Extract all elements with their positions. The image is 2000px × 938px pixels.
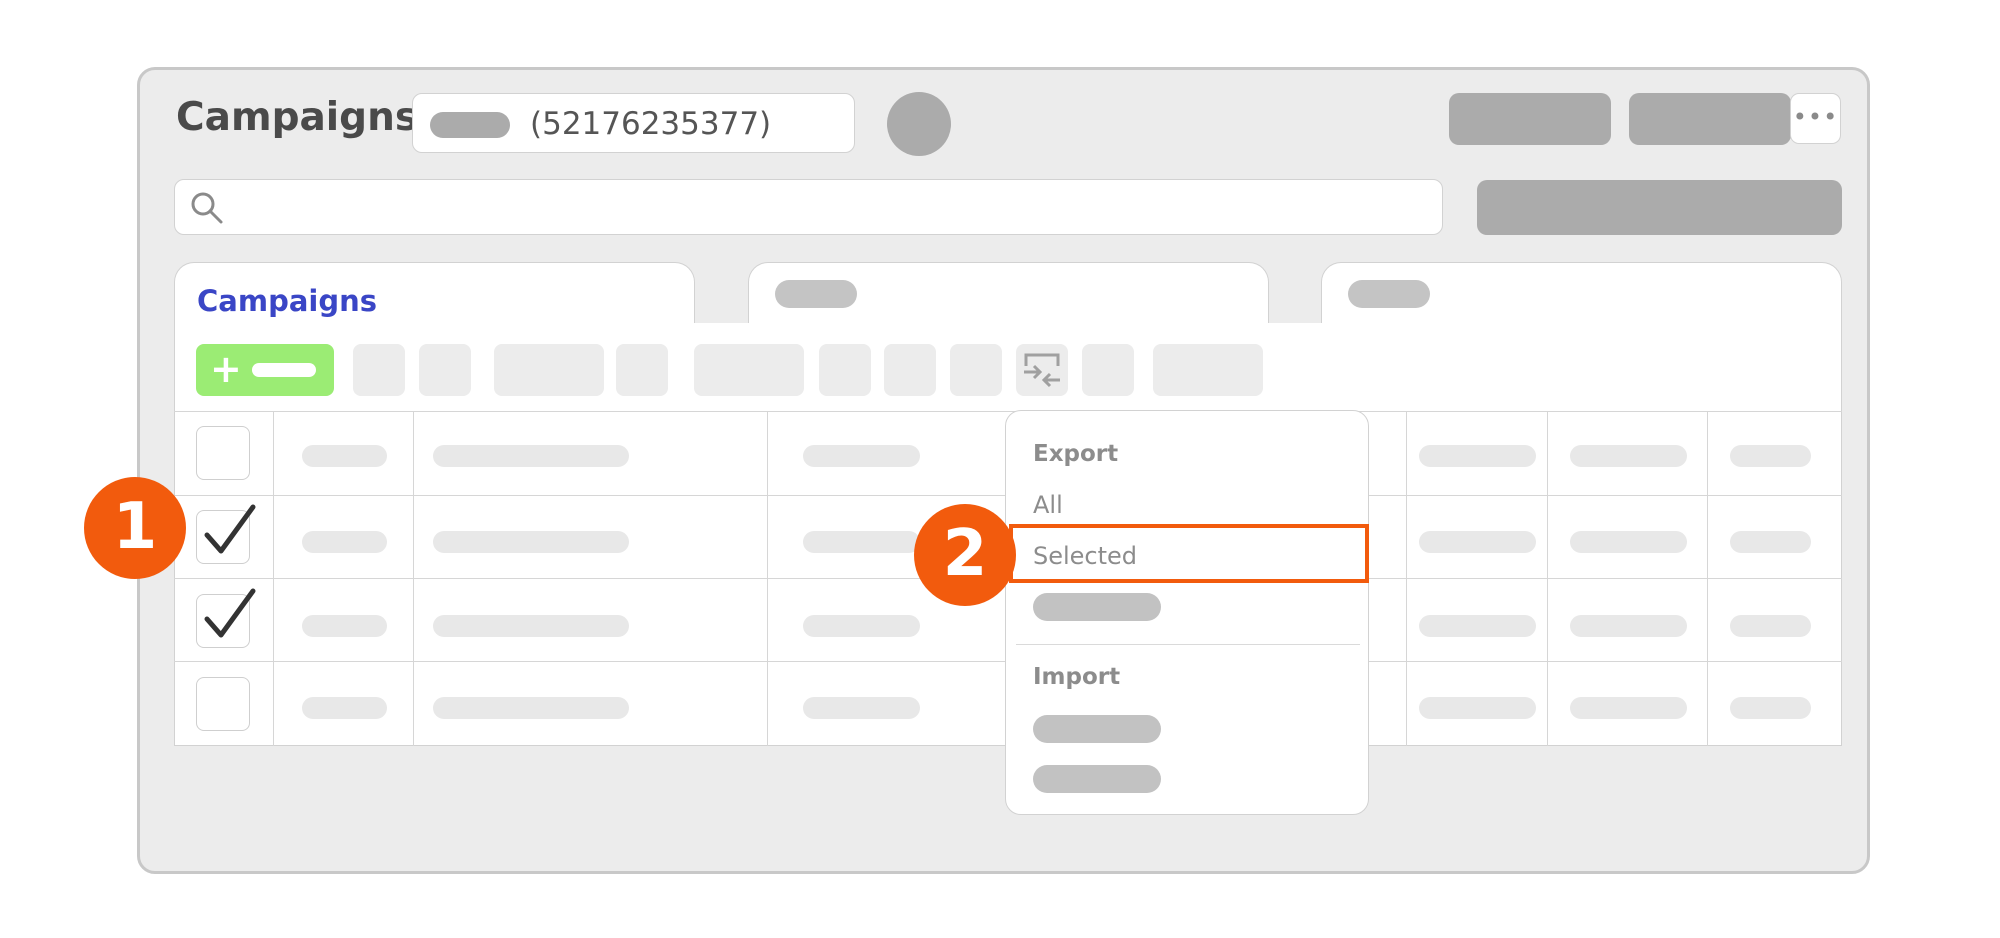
avatar[interactable] (887, 92, 951, 156)
cell-placeholder (1419, 531, 1536, 553)
export-all-option[interactable]: All (1033, 490, 1063, 520)
cell-placeholder (1419, 697, 1536, 719)
cell-placeholder (433, 445, 629, 467)
step-1-badge: 1 (84, 477, 186, 579)
cell-placeholder (1419, 615, 1536, 637)
header-button-1[interactable] (1449, 93, 1611, 145)
add-label-placeholder (252, 363, 316, 377)
column-divider (1547, 411, 1548, 746)
export-heading: Export (1033, 441, 1119, 467)
toolbar-button[interactable] (819, 344, 871, 396)
add-campaign-button[interactable]: + (196, 344, 334, 396)
account-name-placeholder (430, 112, 510, 138)
cell-placeholder (1570, 531, 1687, 553)
cell-placeholder (302, 531, 387, 553)
toolbar-button[interactable] (419, 344, 471, 396)
more-icon: ••• (1792, 103, 1839, 131)
cell-placeholder (1419, 445, 1536, 467)
toolbar-button[interactable] (1082, 344, 1134, 396)
cell-placeholder (1730, 615, 1811, 637)
search-icon (191, 192, 223, 224)
tab-2[interactable] (748, 262, 1269, 324)
import-export-icon (1024, 353, 1060, 388)
header-button-2[interactable] (1629, 93, 1791, 145)
column-divider (273, 411, 274, 746)
cell-placeholder (803, 697, 920, 719)
table-header-divider (174, 411, 1842, 412)
cell-placeholder (803, 445, 920, 467)
cell-placeholder (433, 531, 629, 553)
row-checkbox[interactable] (196, 677, 250, 731)
toolbar-button[interactable] (694, 344, 804, 396)
column-divider (1707, 411, 1708, 746)
more-options-button[interactable]: ••• (1790, 93, 1841, 144)
cell-placeholder (1570, 697, 1687, 719)
tab-label-placeholder (775, 280, 857, 308)
toolbar-button[interactable] (884, 344, 936, 396)
cell-placeholder (302, 445, 387, 467)
toolbar-button[interactable] (616, 344, 668, 396)
plus-icon: + (210, 347, 242, 391)
cell-placeholder (803, 531, 920, 553)
selected-option-highlight (1009, 524, 1369, 583)
menu-divider (1016, 644, 1360, 645)
toolbar-button[interactable] (353, 344, 405, 396)
tab-label-placeholder (1348, 280, 1430, 308)
checkmark-icon (204, 504, 256, 554)
tab-campaigns-label: Campaigns (197, 284, 378, 318)
import-export-button[interactable] (1016, 344, 1068, 396)
cell-placeholder (302, 697, 387, 719)
cell-placeholder (1730, 531, 1811, 553)
toolbar-button[interactable] (494, 344, 604, 396)
column-divider (767, 411, 768, 746)
cell-placeholder (1570, 615, 1687, 637)
import-heading: Import (1033, 664, 1121, 690)
tab-campaigns[interactable]: Campaigns (174, 262, 695, 326)
toolbar-button[interactable] (950, 344, 1002, 396)
tab-3[interactable] (1321, 262, 1842, 324)
cell-placeholder (1730, 445, 1811, 467)
search-input[interactable] (174, 179, 1443, 235)
page-title: Campaigns (176, 95, 419, 140)
cell-placeholder (803, 615, 920, 637)
checkmark-icon (204, 588, 256, 638)
menu-option-placeholder[interactable] (1033, 765, 1161, 793)
account-selector[interactable]: (52176235377) (412, 93, 855, 153)
cell-placeholder (433, 697, 629, 719)
row-checkbox-checked[interactable] (196, 504, 256, 564)
account-id: (52176235377) (530, 106, 772, 142)
cell-placeholder (1730, 697, 1811, 719)
step-2-badge: 2 (914, 504, 1016, 606)
menu-option-placeholder[interactable] (1033, 715, 1161, 743)
toolbar-button[interactable] (1153, 344, 1263, 396)
cell-placeholder (1570, 445, 1687, 467)
export-import-menu: Export All Selected Import (1005, 410, 1369, 815)
column-divider (1406, 411, 1407, 746)
menu-option-placeholder[interactable] (1033, 593, 1161, 621)
row-checkbox[interactable] (196, 426, 250, 480)
column-divider (413, 411, 414, 746)
search-button[interactable] (1477, 180, 1842, 235)
cell-placeholder (302, 615, 387, 637)
row-checkbox-checked[interactable] (196, 588, 256, 648)
cell-placeholder (433, 615, 629, 637)
